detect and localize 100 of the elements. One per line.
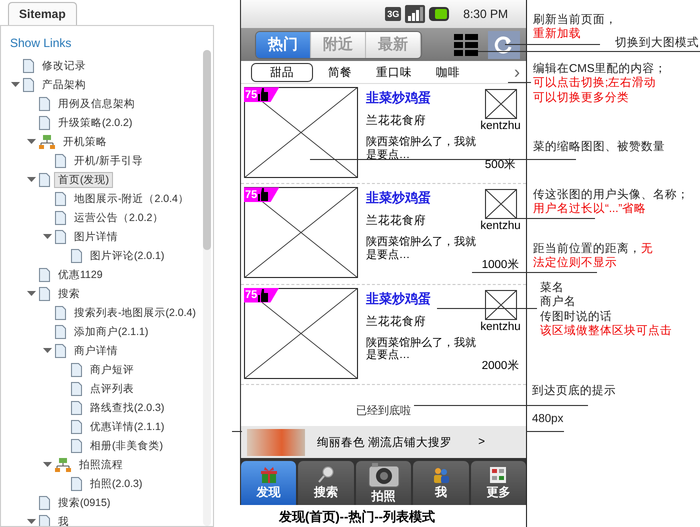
nav-tab[interactable]: 发现 <box>241 461 296 505</box>
likes-badge: 75 <box>244 187 280 202</box>
more-icon <box>489 466 508 484</box>
sitemap-item[interactable]: 商户详情 <box>70 342 122 358</box>
page-icon <box>39 96 50 110</box>
annotation-note: 刷新当前页面， 重新加载 <box>533 13 617 40</box>
page-icon <box>55 230 66 244</box>
refresh-button[interactable] <box>488 30 520 59</box>
banner-arrow: > <box>478 436 485 448</box>
disclosure-triangle-icon[interactable] <box>11 80 20 89</box>
dish-card[interactable]: 75 韭菜炒鸡蛋 兰花花食府 陕西菜馆肿么了，我就是要点… kentzhu 1000米 <box>241 184 526 285</box>
sitemap-item[interactable]: 搜索 <box>54 286 84 302</box>
users-icon <box>432 466 450 484</box>
sitemap-item[interactable]: 开机/新手引导 <box>70 152 147 168</box>
battery-icon <box>429 6 450 21</box>
more-categories-chevron[interactable]: › <box>514 62 520 83</box>
page-icon <box>39 268 50 282</box>
page-icon <box>39 172 50 186</box>
annotation-note: 480px <box>532 412 564 426</box>
tab[interactable]: 热门 <box>256 32 311 58</box>
sitemap-item[interactable]: 拍照(2.0.3) <box>86 476 146 492</box>
page-icon <box>71 420 82 434</box>
grid-view-icon[interactable] <box>454 34 478 56</box>
page-icon <box>55 210 66 224</box>
sitemap-item[interactable]: 我 <box>54 514 73 526</box>
disclosure-triangle-icon[interactable] <box>27 175 36 184</box>
signal-icon <box>405 4 426 23</box>
sitemap-item[interactable]: 首页(发现) <box>54 172 113 188</box>
avatar-placeholder <box>484 89 516 120</box>
sitemap-item[interactable]: 相册(非美食类) <box>86 438 167 454</box>
dish-name[interactable]: 韭菜炒鸡蛋 <box>366 290 478 308</box>
dish-card[interactable]: 75 韭菜炒鸡蛋 兰花花食府 陕西菜馆肿么了，我就是要点… kentzhu 2000米 <box>241 284 526 385</box>
sitemap-item[interactable]: 用例及信息架构 <box>54 96 139 112</box>
sitemap-item[interactable]: 升级策略(2.0.2) <box>54 114 136 130</box>
nav-tab[interactable]: 拍照 <box>356 461 412 505</box>
dish-name[interactable]: 韭菜炒鸡蛋 <box>366 189 478 208</box>
sitemap-item[interactable]: 搜索(0915) <box>54 494 114 510</box>
page-icon <box>55 154 66 168</box>
annotation-note: 距当前位置的距离，无法定位则不显示 <box>533 242 654 271</box>
flowchart-icon <box>55 458 71 472</box>
sitemap-item[interactable]: 优惠详情(2.1.1) <box>86 418 168 434</box>
sitemap-item[interactable]: 商户短评 <box>86 362 138 378</box>
refresh-icon <box>494 34 514 55</box>
nav-tab[interactable]: 更多 <box>470 461 526 505</box>
show-links-link[interactable]: Show Links <box>10 36 72 50</box>
page-icon <box>23 58 34 72</box>
sitemap-item[interactable]: 优惠1129 <box>54 266 107 282</box>
user-name: kentzhu <box>480 120 521 132</box>
scrollbar-thumb[interactable] <box>203 50 211 250</box>
sitemap-item[interactable]: 开机策略 <box>59 134 111 150</box>
page-icon <box>55 306 66 320</box>
likes-badge: 75 <box>244 87 280 102</box>
screen-caption: 发现(首页)--热门--列表模式 <box>279 508 435 526</box>
sitemap-item[interactable]: 搜索列表-地图展示(2.0.4) <box>70 304 200 320</box>
page-icon <box>71 382 82 396</box>
page-icon <box>71 248 82 262</box>
disclosure-triangle-icon[interactable] <box>43 460 52 469</box>
category-tab[interactable]: 简餐 <box>319 62 361 82</box>
promo-banner[interactable]: 绚丽春色 潮流店铺大搜罗 > <box>241 426 526 458</box>
category-tab[interactable]: 甜品 <box>251 62 313 82</box>
thumbs-up-icon <box>258 88 270 102</box>
end-of-list-hint: 已经到底啦 <box>356 404 411 417</box>
dish-name[interactable]: 韭菜炒鸡蛋 <box>366 89 478 108</box>
sitemap-item[interactable]: 添加商户(2.1.1) <box>70 324 152 340</box>
avatar-placeholder <box>484 189 516 220</box>
nav-tab[interactable]: 搜索 <box>298 461 354 505</box>
sitemap-item[interactable]: 路线查找(2.0.3) <box>86 400 168 416</box>
camera-icon <box>368 462 400 488</box>
sitemap-item[interactable]: 运营公告（2.0.2） <box>70 210 168 226</box>
annotation-note: 到达页底的提示 <box>532 384 617 398</box>
annotation-note: 菜的缩略图图、被赞数量 <box>533 140 666 154</box>
sitemap-item[interactable]: 地图展示-附近（2.0.4） <box>70 190 193 206</box>
disclosure-triangle-icon[interactable] <box>27 289 36 298</box>
sitemap-tab[interactable]: Sitemap <box>8 2 77 25</box>
page-icon <box>55 192 66 206</box>
clock-time: 8:30 PM <box>463 6 508 21</box>
sitemap-item[interactable]: 点评列表 <box>86 380 138 396</box>
disclosure-triangle-icon[interactable] <box>43 232 52 241</box>
disclosure-triangle-icon[interactable] <box>27 137 36 146</box>
avatar-placeholder <box>484 290 516 320</box>
nav-tab[interactable]: 我 <box>413 461 469 505</box>
leader-line <box>508 82 531 83</box>
thumbs-up-icon <box>258 288 270 302</box>
distance-text: 2000米 <box>482 358 520 373</box>
leader-line <box>526 431 564 432</box>
disclosure-triangle-icon[interactable] <box>43 346 52 355</box>
category-tab[interactable]: 重口味 <box>367 62 421 82</box>
annotation-note: 传这张图的用户头像、名称； 用户名过长以“...”省略 <box>533 188 690 217</box>
category-tab[interactable]: 咖啡 <box>427 62 469 82</box>
distance-text: 1000米 <box>482 258 520 272</box>
sitemap-item[interactable]: 图片详情 <box>70 228 122 244</box>
sitemap-item[interactable]: 图片评论(2.0.1) <box>86 248 168 264</box>
search-icon <box>317 466 336 484</box>
comment-text: 陕西菜馆肿么了，我就是要点… <box>366 236 477 262</box>
disclosure-triangle-icon[interactable] <box>27 517 36 526</box>
sitemap-item[interactable]: 产品架构 <box>38 76 90 92</box>
sitemap-item[interactable]: 拍照流程 <box>75 456 127 472</box>
sitemap-item[interactable]: 修改记录 <box>38 58 90 74</box>
annotation-note: 切换到大图模式 <box>615 36 700 50</box>
shop-name: 兰花花食府 <box>366 314 427 329</box>
